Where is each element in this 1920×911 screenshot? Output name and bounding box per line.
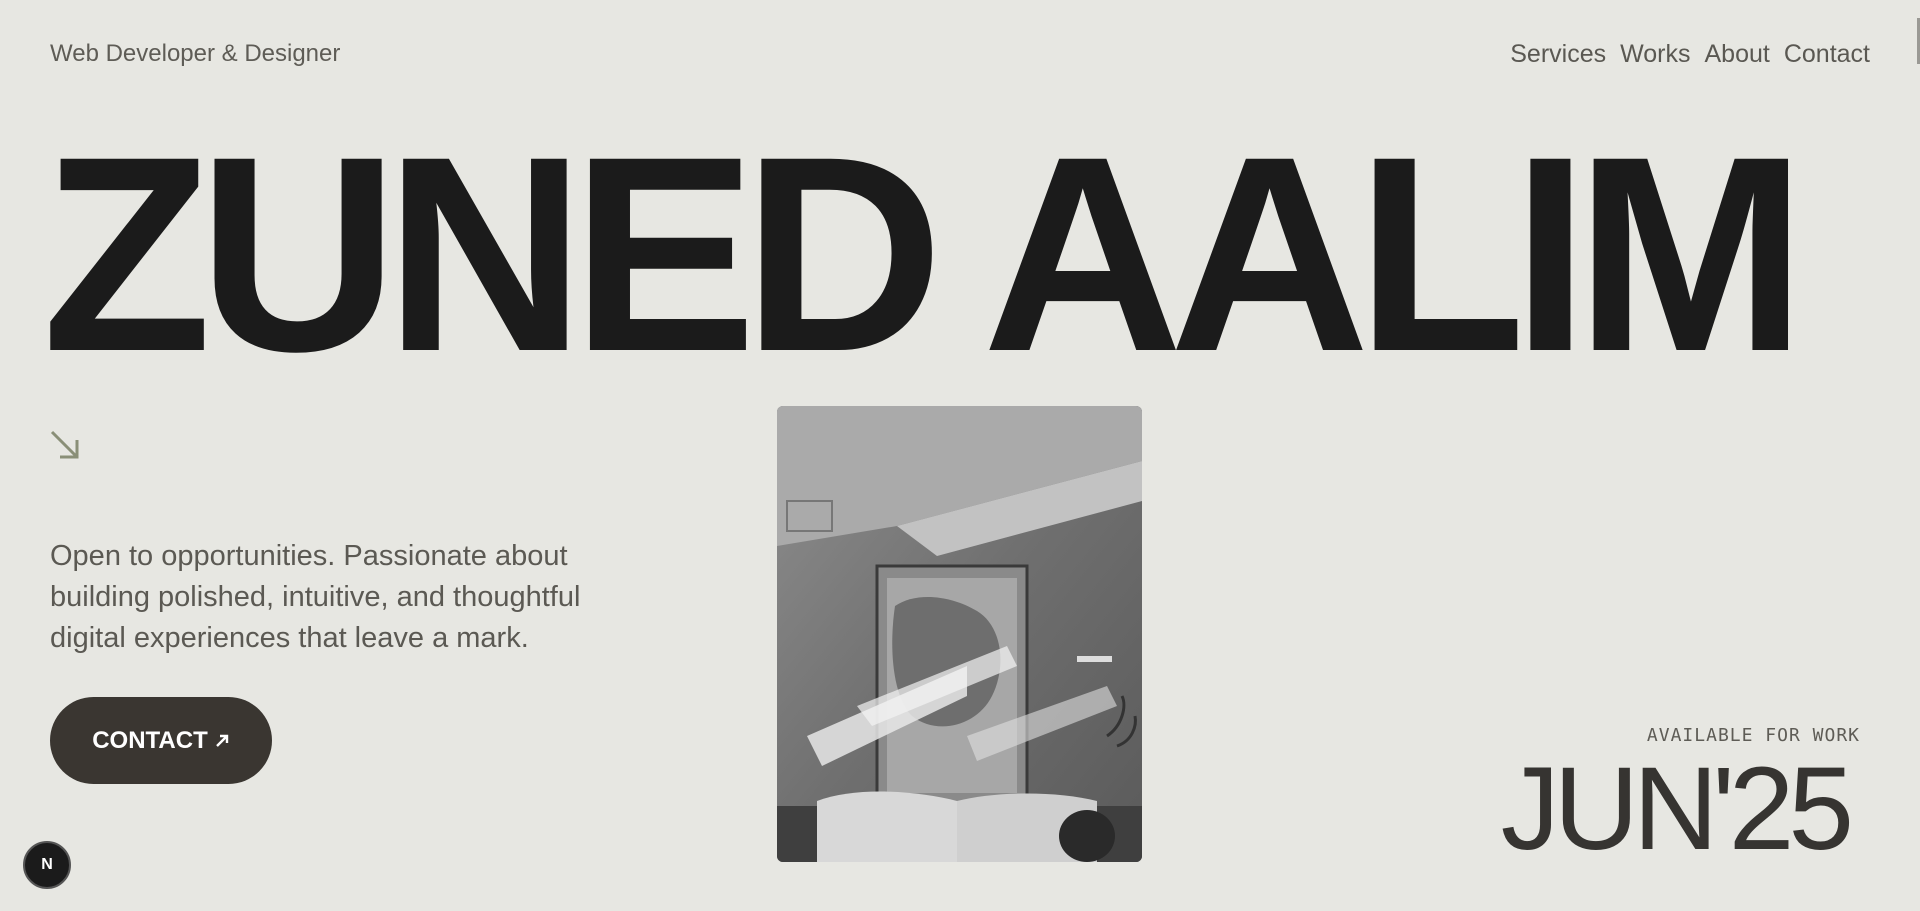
badge-letter: N bbox=[41, 856, 53, 873]
hero-name: ZUNED AALIM bbox=[42, 98, 1807, 409]
availability-date: JUN'25 bbox=[1500, 743, 1854, 875]
site-header: Web Developer & Designer Services Works … bbox=[50, 36, 1870, 72]
nav-about-link[interactable]: About bbox=[1704, 40, 1769, 69]
role-label: Web Developer & Designer bbox=[50, 40, 341, 67]
contact-button[interactable]: CONTACT bbox=[50, 697, 272, 784]
profile-photo bbox=[777, 406, 1142, 862]
arrow-up-right-icon bbox=[215, 734, 228, 747]
nav-contact-link[interactable]: Contact bbox=[1784, 40, 1870, 69]
nav-works-link[interactable]: Works bbox=[1620, 40, 1690, 69]
nav-services-link[interactable]: Services bbox=[1510, 40, 1606, 69]
contact-button-label: CONTACT bbox=[92, 726, 208, 754]
hero-tagline: Open to opportunities. Passionate about … bbox=[50, 540, 581, 654]
nextjs-dev-badge[interactable]: N bbox=[23, 841, 71, 889]
room-photo-image bbox=[777, 406, 1142, 862]
arrow-down-right-icon bbox=[50, 430, 79, 459]
main-nav: Services Works About Contact bbox=[1510, 40, 1870, 69]
